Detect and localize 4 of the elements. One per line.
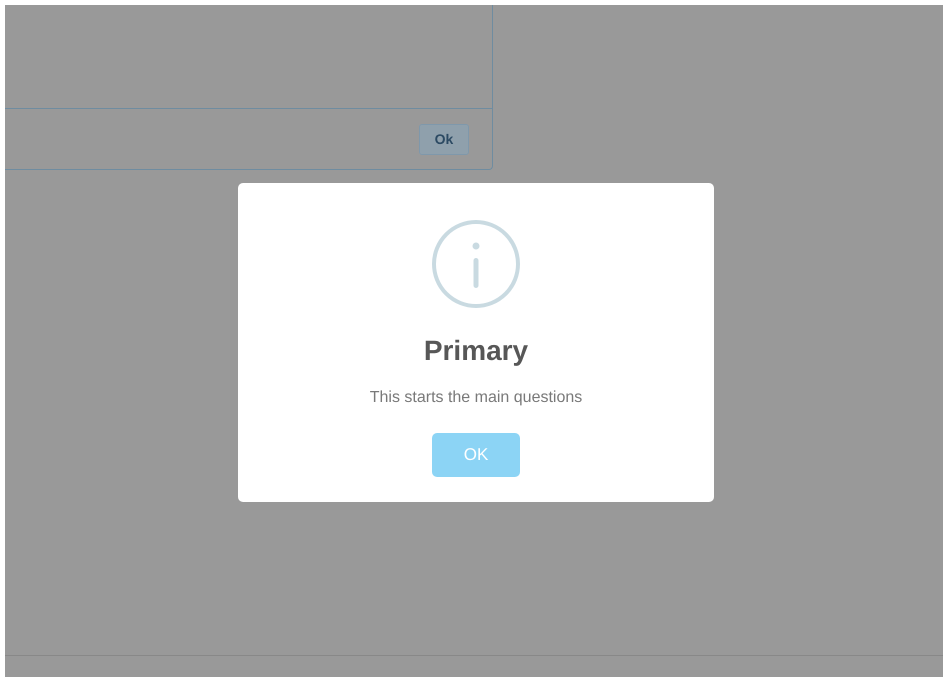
alert-title: Primary [424, 334, 528, 368]
ok-button[interactable]: Ok [419, 124, 469, 154]
info-icon [432, 220, 520, 308]
alert-message: This starts the main questions [370, 388, 582, 408]
